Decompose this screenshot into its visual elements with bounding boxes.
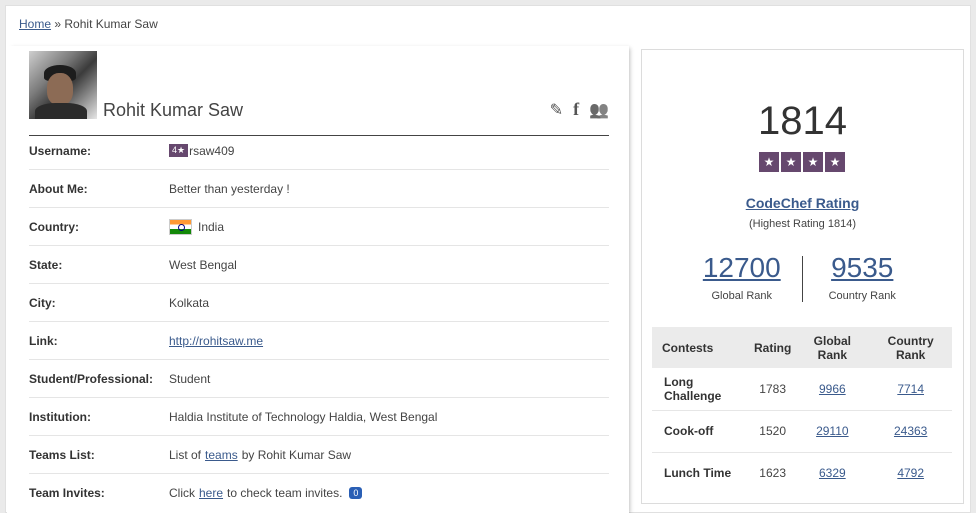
detail-row-about: About Me: Better than yesterday ! bbox=[29, 170, 609, 208]
invites-text-post: to check team invites. bbox=[227, 486, 343, 500]
breadcrumb: Home » Rohit Kumar Saw bbox=[19, 17, 158, 31]
country-rank-link[interactable]: 9535 bbox=[803, 252, 923, 284]
contest-name: Cook-off bbox=[652, 410, 750, 453]
rank-summary: 12700 Global Rank 9535 Country Rank bbox=[682, 252, 922, 302]
detail-label: Student/Professional: bbox=[29, 371, 154, 386]
website-link[interactable]: http://rohitsaw.me bbox=[169, 334, 263, 348]
detail-row-occupation: Student/Professional: Student bbox=[29, 360, 609, 398]
contest-ratings-table: Contests Rating Global Rank Country Rank… bbox=[652, 327, 952, 494]
profile-name: Rohit Kumar Saw bbox=[103, 100, 244, 120]
country-rank-label: Country Rank bbox=[828, 290, 896, 302]
detail-row-link: Link: http://rohitsaw.me bbox=[29, 322, 609, 360]
state-value: West Bengal bbox=[169, 257, 237, 272]
detail-row-country: Country: India bbox=[29, 208, 609, 246]
star-icon: ★ bbox=[781, 152, 801, 172]
detail-label: State: bbox=[29, 257, 63, 272]
star-icon: ★ bbox=[803, 152, 823, 172]
profile-details-table: Username: 4★ rsaw409 About Me: Better th… bbox=[29, 132, 609, 512]
breadcrumb-home-link[interactable]: Home bbox=[19, 17, 51, 31]
star-icon: ★ bbox=[759, 152, 779, 172]
contest-country-rank-link[interactable]: 24363 bbox=[894, 424, 927, 438]
table-header-row: Contests Rating Global Rank Country Rank bbox=[652, 327, 952, 368]
invite-count-badge: 0 bbox=[349, 487, 363, 499]
breadcrumb-current: Rohit Kumar Saw bbox=[64, 17, 158, 31]
occupation-value: Student bbox=[169, 371, 211, 386]
contest-country-rank-link[interactable]: 7714 bbox=[897, 382, 924, 396]
table-row: Lunch Time 1623 6329 4792 bbox=[652, 452, 952, 494]
star-rating-badge: 4★ bbox=[169, 144, 189, 157]
detail-label: City: bbox=[29, 295, 56, 310]
detail-row-teams: Teams List: List of teams by Rohit Kumar… bbox=[29, 436, 609, 474]
edit-pencil-icon[interactable]: ✎ bbox=[550, 100, 563, 120]
india-flag-icon bbox=[169, 218, 192, 235]
contest-country-rank-link[interactable]: 4792 bbox=[897, 466, 924, 480]
contest-rating: 1783 bbox=[749, 368, 796, 411]
rating-stars: ★ ★ ★ ★ bbox=[759, 152, 845, 172]
facebook-icon[interactable]: f bbox=[573, 99, 579, 120]
detail-row-invites: Team Invites: Click here to check team i… bbox=[29, 474, 609, 512]
teams-text-post: by Rohit Kumar Saw bbox=[241, 447, 352, 462]
contest-global-rank-link[interactable]: 29110 bbox=[816, 424, 848, 438]
detail-label: Team Invites: bbox=[29, 486, 105, 500]
profile-header: Rohit Kumar Saw ✎ f 👥 bbox=[29, 51, 609, 136]
country-value: India bbox=[198, 219, 225, 234]
detail-label: Link: bbox=[29, 333, 58, 348]
profile-actions: ✎ f 👥 bbox=[550, 99, 609, 120]
column-header: Global Rank bbox=[795, 327, 870, 368]
contest-global-rank-link[interactable]: 6329 bbox=[819, 466, 846, 480]
invites-text-pre: Click bbox=[169, 486, 195, 500]
institution-value: Haldia Institute of Technology Haldia, W… bbox=[169, 409, 438, 424]
contest-global-rank-link[interactable]: 9966 bbox=[819, 382, 846, 396]
city-value: Kolkata bbox=[169, 295, 210, 310]
detail-label: Teams List: bbox=[29, 447, 95, 462]
about-value: Better than yesterday ! bbox=[169, 181, 290, 196]
teams-link[interactable]: teams bbox=[205, 448, 238, 462]
global-rank-link[interactable]: 12700 bbox=[682, 252, 802, 284]
contest-name: Lunch Time bbox=[664, 466, 732, 481]
contest-name: Long Challenge bbox=[652, 368, 750, 411]
avatar bbox=[29, 51, 97, 119]
teams-text-pre: List of bbox=[169, 447, 202, 462]
detail-row-city: City: Kolkata bbox=[29, 284, 609, 322]
team-invites-link[interactable]: here bbox=[199, 486, 223, 500]
rating-panel: 1814 ★ ★ ★ ★ CodeChef Rating (Highest Ra… bbox=[641, 49, 964, 504]
detail-label: Institution: bbox=[29, 409, 91, 424]
star-icon: ★ bbox=[825, 152, 845, 172]
rating-value: 1814 bbox=[758, 99, 847, 143]
highest-rating: (Highest Rating 1814) bbox=[748, 218, 856, 230]
table-row: Cook-off 1520 29110 24363 bbox=[652, 410, 952, 453]
table-row: Long Challenge 1783 9966 7714 bbox=[652, 368, 952, 411]
column-header: Country Rank bbox=[869, 327, 952, 368]
column-header: Contests bbox=[652, 327, 750, 368]
column-header: Rating bbox=[749, 327, 796, 368]
username-value: rsaw409 bbox=[189, 143, 235, 158]
detail-row-institution: Institution: Haldia Institute of Technol… bbox=[29, 398, 609, 436]
contest-rating: 1623 bbox=[759, 466, 786, 481]
detail-label: About Me: bbox=[29, 181, 88, 196]
detail-label: Username: bbox=[29, 143, 92, 158]
contest-rating: 1520 bbox=[749, 410, 796, 453]
friends-icon[interactable]: 👥 bbox=[589, 100, 609, 120]
profile-panel: Rohit Kumar Saw ✎ f 👥 Username: 4★ rsaw4… bbox=[7, 46, 629, 513]
page-container: Home » Rohit Kumar Saw Rohit Kumar Saw ✎… bbox=[5, 5, 971, 513]
codechef-rating-link[interactable]: CodeChef Rating bbox=[642, 195, 963, 211]
global-rank-label: Global Rank bbox=[711, 290, 773, 302]
breadcrumb-separator: » bbox=[54, 17, 62, 31]
detail-label: Country: bbox=[29, 219, 79, 234]
detail-row-state: State: West Bengal bbox=[29, 246, 609, 284]
detail-row-username: Username: 4★ rsaw409 bbox=[29, 132, 609, 170]
